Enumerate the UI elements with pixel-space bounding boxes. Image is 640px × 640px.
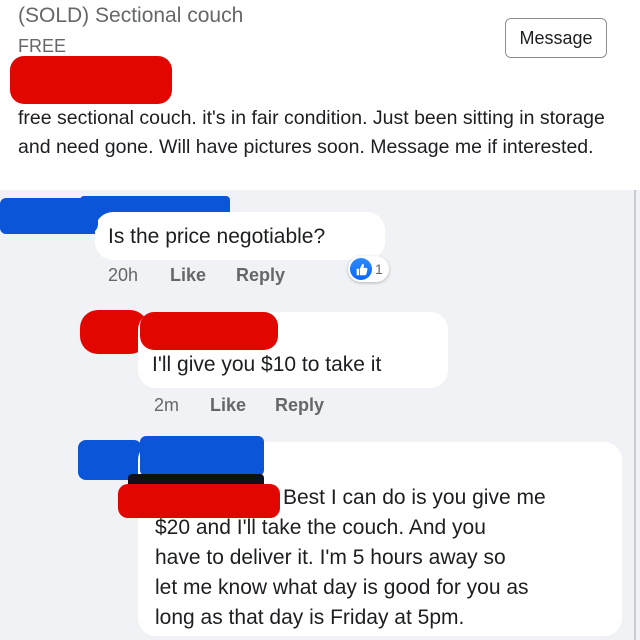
message-button[interactable]: Message	[505, 18, 607, 58]
listing-title: (SOLD) Sectional couch	[18, 4, 244, 27]
comment-line: long as that day is Friday at 5pm.	[155, 606, 465, 629]
reaction-count: 1	[375, 261, 383, 277]
comment-text: Is the price negotiable?	[108, 225, 326, 248]
listing-price: FREE	[18, 36, 67, 56]
reply-button[interactable]: Reply	[275, 395, 324, 416]
like-button[interactable]: Like	[210, 395, 246, 416]
reply-button[interactable]: Reply	[236, 265, 285, 286]
thumbs-up-icon	[350, 258, 372, 280]
comment-timestamp: 20h	[108, 265, 139, 285]
redacted-commenter-name	[140, 436, 264, 476]
comment-text: I'll give you $10 to take it	[152, 353, 382, 376]
redacted-seller-name	[10, 56, 172, 104]
scrollbar-track	[634, 190, 636, 640]
comment-line: $20 and I'll take the couch. And you	[155, 516, 486, 539]
listing-description: free sectional couch. it's in fair condi…	[18, 107, 605, 158]
comment-timestamp: 2m	[154, 395, 180, 415]
like-button[interactable]: Like	[170, 265, 206, 286]
comment-line: Best I can do is you give me	[283, 486, 546, 509]
comment-line: have to deliver it. I'm 5 hours away so	[155, 546, 506, 569]
redacted-commenter-avatar	[20, 204, 98, 234]
reaction-badge[interactable]: 1	[348, 256, 389, 282]
redacted-commenter-name	[140, 312, 278, 350]
comment-text: Best I can do is you give me $20 and I'l…	[155, 483, 625, 633]
comment-line: let me know what day is good for you as	[155, 576, 529, 599]
